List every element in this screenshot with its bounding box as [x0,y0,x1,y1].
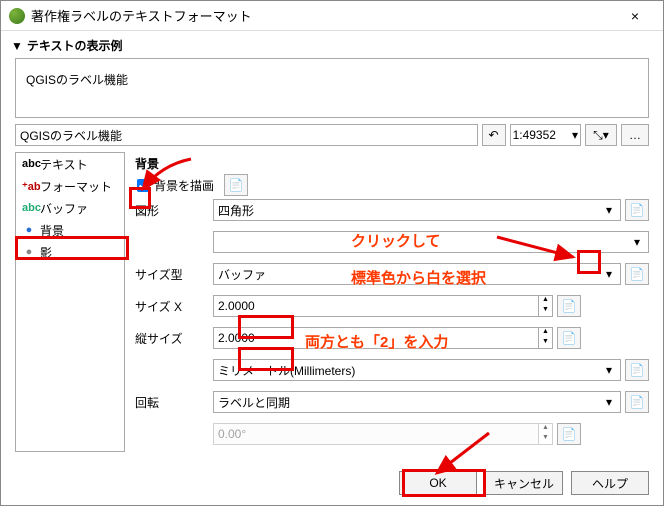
close-button[interactable]: × [615,8,655,24]
format-icon: ⁺ab [22,180,36,193]
size-x-spinner[interactable]: ▲▼ [213,295,553,317]
size-y-label: 縦サイズ [135,330,213,347]
data-override-button[interactable]: 📄 [625,391,649,413]
chevron-down-icon: ▾ [630,235,644,249]
scale-value: 1:49352 [513,128,556,142]
undo-button[interactable]: ↶ [482,124,506,146]
titlebar: 著作権ラベルのテキストフォーマット × [1,1,663,31]
chevron-down-icon: ▾ [602,395,616,409]
data-override-button[interactable]: 📄 [557,327,581,349]
collapse-icon: ▼ [11,39,23,53]
override-icon: 📄 [562,331,577,345]
text-icon: abc [22,158,36,170]
size-type-dropdown[interactable]: バッファ▾ [213,263,621,285]
size-type-label: サイズ型 [135,266,213,283]
spin-down-icon[interactable]: ▼ [538,306,552,316]
cancel-button[interactable]: キャンセル [485,471,563,495]
spin-up-icon[interactable]: ▲ [538,296,552,306]
override-icon: 📄 [630,395,645,409]
data-override-button[interactable]: 📄 [224,174,248,196]
buffer-icon: abc [22,202,36,214]
sidebar-item-label: テキスト [40,156,88,173]
spin-up-icon[interactable]: ▲ [538,328,552,338]
preview-header-label: テキストの表示例 [27,37,123,54]
override-icon: 📄 [229,178,244,192]
app-icon [9,8,25,24]
settings-pane: 背景 背景を描画 📄 図形 四角形▾ 📄 ▾ サイズ型 バッファ▾ 📄 [125,152,649,452]
text-toolbar: ↶ 1:49352 ▾ ⤡▾ … [15,124,649,146]
override-icon: 📄 [562,299,577,313]
sidebar-item-buffer[interactable]: abc バッファ [16,197,124,219]
preview-section-header[interactable]: ▼ テキストの表示例 [1,31,663,56]
help-button[interactable]: ヘルプ [571,471,649,495]
scale-selector[interactable]: 1:49352 ▾ [510,124,581,146]
category-sidebar: abc テキスト ⁺ab フォーマット abc バッファ ● 背景 ● 影 [15,152,125,452]
data-override-button[interactable]: 📄 [625,199,649,221]
pane-title: 背景 [135,155,159,172]
fill-style-dropdown[interactable]: ▾ [213,231,649,253]
data-override-button[interactable]: 📄 [557,423,581,445]
sidebar-item-label: フォーマット [40,178,112,195]
override-icon: 📄 [630,203,645,217]
undo-icon: ↶ [489,128,499,142]
sidebar-item-label: バッファ [40,200,88,217]
data-override-button[interactable]: 📄 [625,359,649,381]
unit-dropdown[interactable]: ミリメートル(Millimeters)▾ [213,359,621,381]
pick-button[interactable]: ⤡▾ [585,124,617,146]
draw-background-label: 背景を描画 [154,177,214,194]
shape-label: 図形 [135,202,213,219]
pointer-icon: ⤡ [593,128,603,143]
background-icon: ● [22,224,36,236]
more-button[interactable]: … [621,124,649,146]
size-x-label: サイズ X [135,298,213,315]
shape-dropdown[interactable]: 四角形▾ [213,199,621,221]
shadow-icon: ● [22,246,36,258]
size-y-spinner[interactable]: ▲▼ [213,327,553,349]
chevron-down-icon: ▾ [602,363,616,377]
sidebar-item-shadow[interactable]: ● 影 [16,241,124,263]
sidebar-item-text[interactable]: abc テキスト [16,153,124,175]
chevron-down-icon: ▾ [572,128,578,142]
override-icon: 📄 [630,267,645,281]
ok-button[interactable]: OK [399,471,477,495]
angle-spinner: ▲▼ [213,423,553,445]
rotation-label: 回転 [135,394,213,411]
override-icon: 📄 [630,363,645,377]
sidebar-item-format[interactable]: ⁺ab フォーマット [16,175,124,197]
dialog-buttons: OK キャンセル ヘルプ [399,471,649,495]
chevron-down-icon: ▾ [602,267,616,281]
sidebar-item-label: 影 [40,244,52,261]
preview-box: QGISのラベル機能 [15,58,649,118]
draw-background-checkbox[interactable] [137,179,150,192]
chevron-down-icon: ▾ [602,203,616,217]
sidebar-item-label: 背景 [40,222,64,239]
data-override-button[interactable]: 📄 [625,263,649,285]
rotation-dropdown[interactable]: ラベルと同期▾ [213,391,621,413]
chevron-down-icon: ▾ [603,128,609,142]
label-text-input[interactable] [15,124,478,146]
window-title: 著作権ラベルのテキストフォーマット [31,6,615,25]
override-icon: 📄 [562,427,577,441]
preview-text: QGISのラベル機能 [26,73,128,87]
spin-down-icon[interactable]: ▼ [538,338,552,348]
sidebar-item-background[interactable]: ● 背景 [16,219,124,241]
data-override-button[interactable]: 📄 [557,295,581,317]
